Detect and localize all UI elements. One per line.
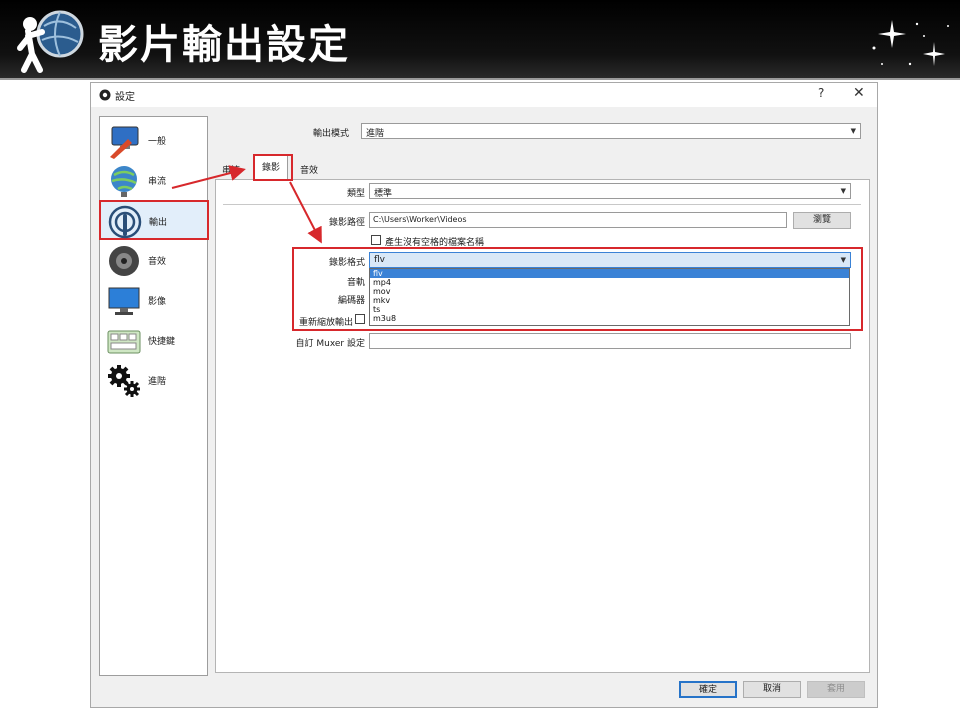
arrow-tab-to-format xyxy=(289,181,322,244)
arrow-output-to-tab xyxy=(171,165,246,189)
annotation-arrows xyxy=(171,165,322,244)
